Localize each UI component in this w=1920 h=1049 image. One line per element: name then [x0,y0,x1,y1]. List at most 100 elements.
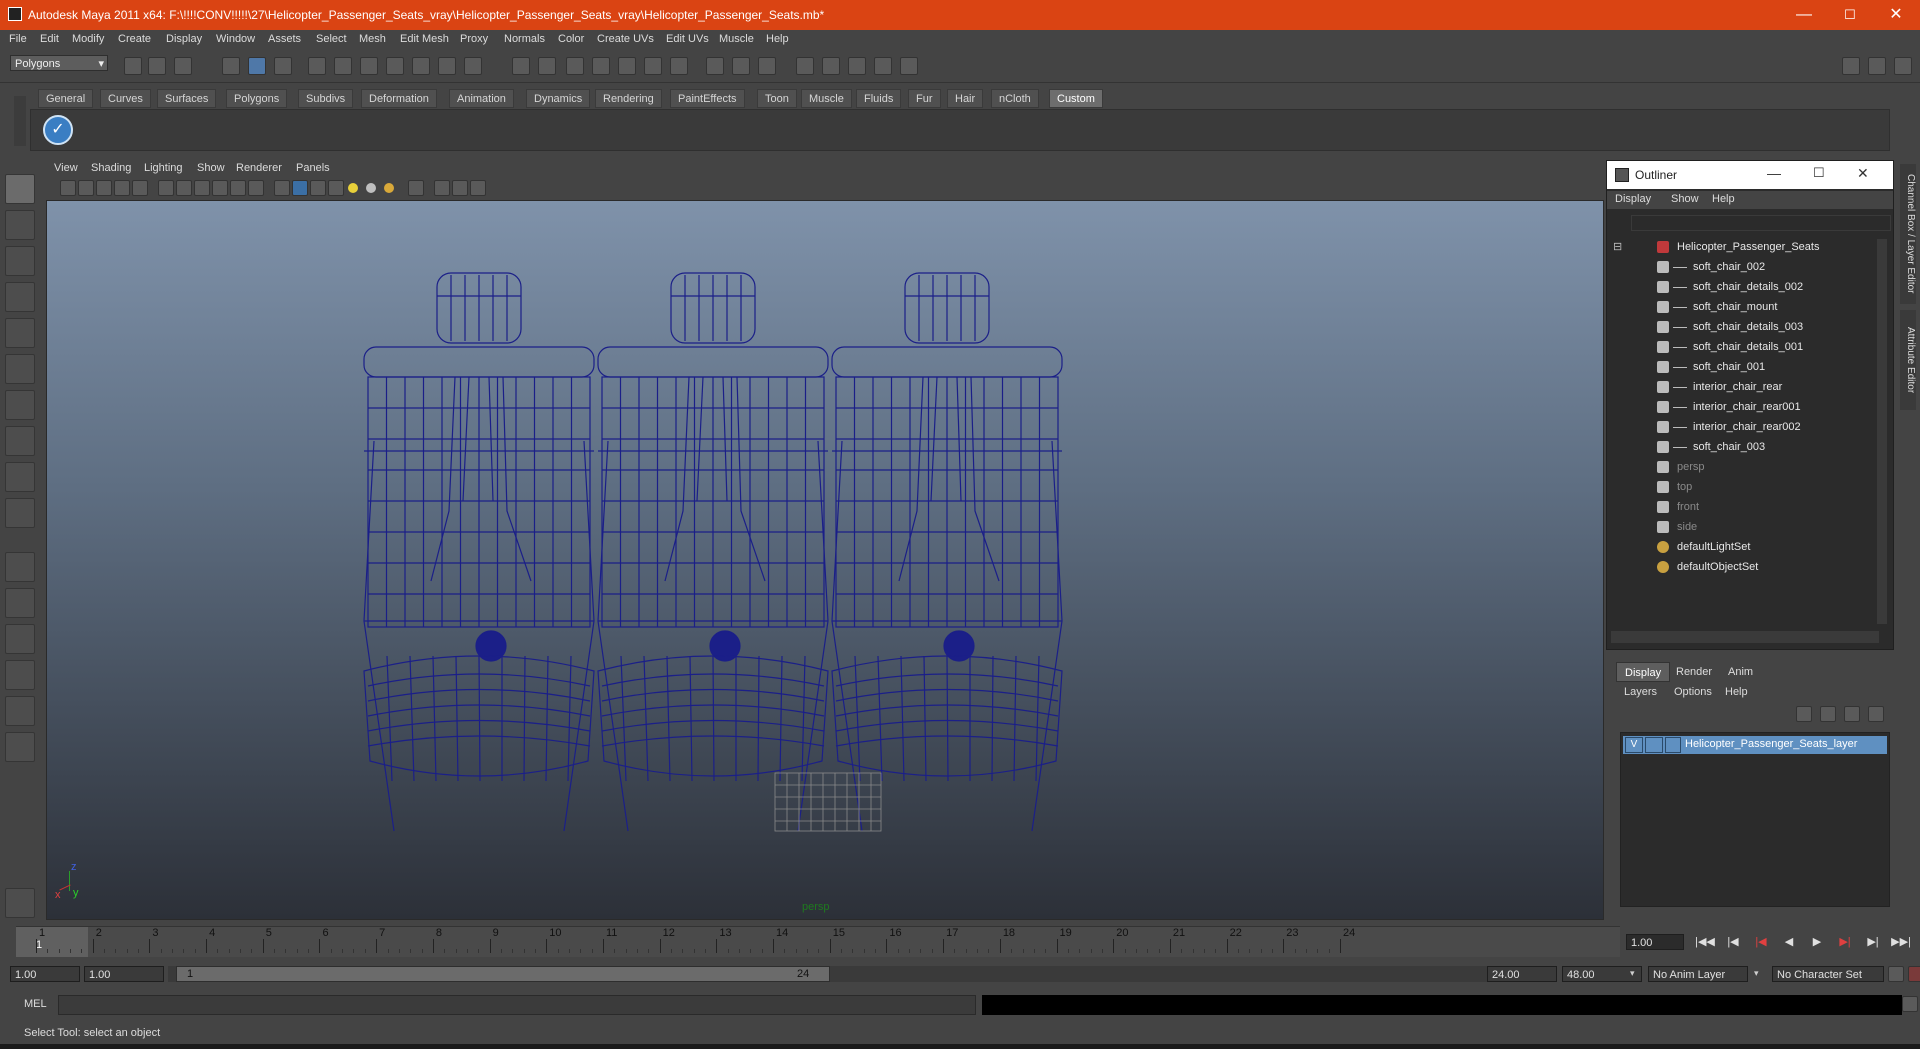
field-chart-icon[interactable] [230,180,246,196]
shelf-tab-surfaces[interactable]: Surfaces [157,89,217,108]
all-lights-icon[interactable] [366,183,376,193]
snap-curve-icon[interactable] [334,57,352,75]
textured-icon[interactable] [328,180,344,196]
bookmark-icon[interactable] [96,180,112,196]
layer-tab-anim[interactable]: Anim [1720,662,1761,682]
viewport-menu-panels[interactable]: Panels [296,162,330,174]
xray-components-icon[interactable] [470,180,486,196]
shelf-tab-dynamics[interactable]: Dynamics [526,89,591,108]
playback-end-field[interactable]: 24.00 [1487,966,1557,982]
chevron-down-icon[interactable]: ▾ [1754,968,1759,979]
layer-color-swatch-icon[interactable] [1665,737,1681,753]
scale-tool-icon[interactable] [5,354,35,384]
outliner-menu-help[interactable]: Help [1712,193,1735,205]
channel-box-tab[interactable]: Channel Box / Layer Editor [1900,164,1916,304]
outliner-minimize-button[interactable]: — [1767,165,1781,181]
render-current-frame-icon[interactable] [566,57,584,75]
layer-tab-display[interactable]: Display [1616,662,1671,682]
input-ops-icon[interactable] [538,57,556,75]
single-perspective-layout-icon[interactable] [5,552,35,582]
new-layer-icon[interactable] [1844,706,1860,722]
shelf-tab-ncloth[interactable]: nCloth [991,89,1039,108]
xray-icon[interactable] [434,180,450,196]
quick-layout-icon[interactable] [5,888,35,918]
shelf-tab-fluids[interactable]: Fluids [856,89,902,108]
shelf-tab-hair[interactable]: Hair [947,89,984,108]
attribute-editor-tab[interactable]: Attribute Editor [1900,310,1916,410]
go-to-end-button[interactable]: ▶▶| [1890,934,1912,950]
layer-row[interactable]: V Helicopter_Passenger_Seats_layer [1623,736,1887,754]
outliner-item[interactable]: top [1611,477,1873,497]
outliner-vertical-scrollbar[interactable] [1877,239,1887,624]
play-forward-button[interactable]: ▶ [1806,934,1828,950]
select-tool-icon[interactable] [5,174,35,204]
time-slider[interactable]: 1 1 2 3 4 5 6 7 8 9 10 11 12 13 14 15 16 17 18 19 20 21 22 23 2… [16,926,1620,957]
start-time-field[interactable]: 1.00 [10,966,80,982]
auto-key-icon[interactable] [1888,966,1904,982]
camera-attributes-icon[interactable] [78,180,94,196]
layer-visibility-toggle[interactable]: V [1625,737,1643,753]
history-icon[interactable] [438,57,456,75]
collapse-icon[interactable]: ⊟ [1613,237,1622,257]
script-editor-icon[interactable] [1902,996,1918,1012]
play-backward-button[interactable]: ◀ [1778,934,1800,950]
outliner-item[interactable]: soft_chair_002 [1611,257,1873,277]
step-forward-frame-button[interactable]: ▶| [1834,934,1856,950]
select-object-icon[interactable] [248,57,266,75]
menu-color[interactable]: Color [558,33,584,45]
menu-create-uvs[interactable]: Create UVs [597,33,654,45]
maximize-button[interactable]: ☐ [1827,0,1873,30]
outliner-item[interactable]: interior_chair_rear [1611,377,1873,397]
layout-menu-icon[interactable] [5,732,35,762]
new-scene-icon[interactable] [124,57,142,75]
shelf-tab-toon[interactable]: Toon [757,89,797,108]
viewport-menu-lighting[interactable]: Lighting [144,162,183,174]
outliner-item[interactable]: persp [1611,457,1873,477]
resolution-gate-icon[interactable] [194,180,210,196]
outliner-menu-display[interactable]: Display [1615,193,1651,205]
gate-mask-icon[interactable] [212,180,228,196]
ipr-render-icon[interactable] [592,57,610,75]
character-set-select[interactable]: No Character Set [1772,966,1884,982]
layer-menu-help[interactable]: Help [1725,686,1748,698]
safe-action-icon[interactable] [248,180,264,196]
outliner-item[interactable]: soft_chair_001 [1611,357,1873,377]
range-slider-track[interactable]: 1 24 [168,966,1494,982]
menu-edit[interactable]: Edit [40,33,59,45]
outliner-item[interactable]: side [1611,517,1873,537]
perspective-viewport[interactable]: persp z y x [46,200,1604,920]
show-manipulator-icon[interactable] [5,462,35,492]
two-d-pan-zoom-icon[interactable] [132,180,148,196]
menu-edit-mesh[interactable]: Edit Mesh [400,33,449,45]
shelf-tab-polygons[interactable]: Polygons [226,89,288,108]
shelf-tab-animation[interactable]: Animation [449,89,514,108]
menu-help[interactable]: Help [766,33,789,45]
timeline-icon[interactable] [758,57,776,75]
menu-select[interactable]: Select [316,33,347,45]
layer-menu-layers[interactable]: Layers [1624,686,1657,698]
menu-create[interactable]: Create [118,33,151,45]
grid-icon[interactable] [158,180,174,196]
lasso-tool-icon[interactable] [5,210,35,240]
close-button[interactable]: ✕ [1873,0,1919,30]
layer-display-type-toggle[interactable] [1645,737,1663,753]
anim-layer-select[interactable]: No Anim Layer [1648,966,1748,982]
persp-graph-layout-icon[interactable] [5,660,35,690]
layer-menu-options[interactable]: Options [1674,686,1712,698]
outliner-item[interactable]: defaultObjectSet [1611,557,1873,577]
step-back-key-button[interactable]: |◀ [1722,934,1744,950]
render-view-icon[interactable] [644,57,662,75]
menu-mesh[interactable]: Mesh [359,33,386,45]
rotate-tool-icon[interactable] [5,318,35,348]
hypershade-icon[interactable] [670,57,688,75]
step-forward-key-button[interactable]: ▶| [1862,934,1884,950]
shelf-tab-general[interactable]: General [38,89,94,108]
outliner-item[interactable]: defaultLightSet [1611,537,1873,557]
snap-grid-icon[interactable] [308,57,326,75]
snap-live-icon[interactable] [412,57,430,75]
viewport-menu-view[interactable]: View [54,162,78,174]
smooth-shade-icon[interactable] [292,180,308,196]
move-tool-icon[interactable] [5,282,35,312]
lock-icon[interactable] [512,57,530,75]
save-scene-icon[interactable] [174,57,192,75]
